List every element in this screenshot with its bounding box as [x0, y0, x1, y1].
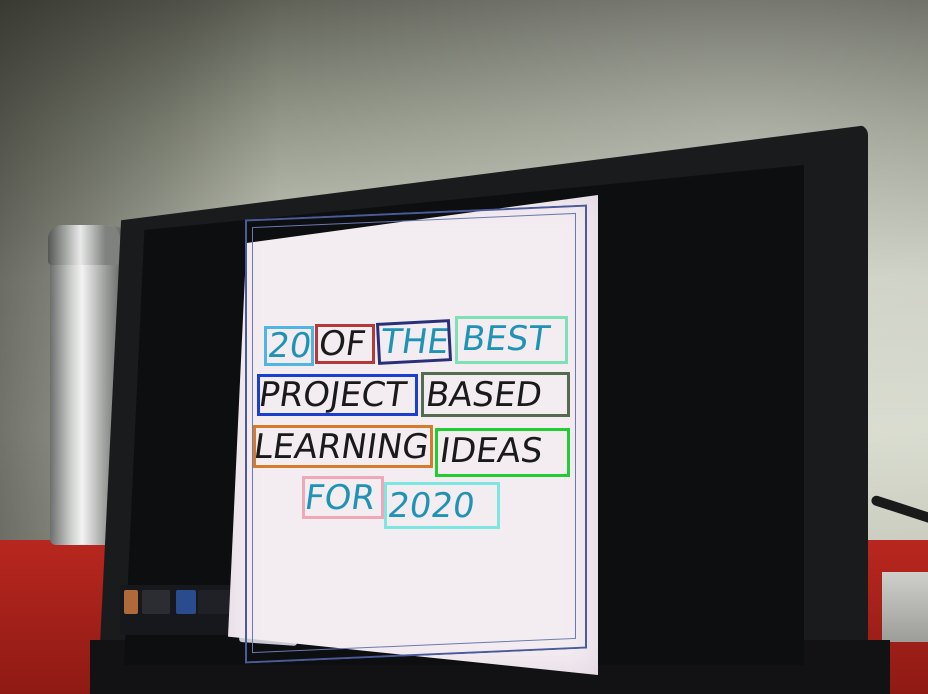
- annotation-box-for: [302, 476, 384, 519]
- side-device: [882, 572, 928, 642]
- annotation-box-the: [375, 319, 453, 365]
- annotation-box-best: [455, 316, 568, 364]
- taskbar-app-icon: [124, 590, 138, 614]
- annotation-box-20: [264, 326, 314, 366]
- bottle-cap: [48, 225, 120, 265]
- annotation-box-project: [257, 374, 418, 416]
- taskbar-app-icon: [142, 590, 170, 614]
- annotation-box-based: [421, 372, 570, 417]
- windows-start-icon: [176, 590, 196, 614]
- taskbar-app-icon: [198, 590, 234, 614]
- annotation-box-ideas: [435, 428, 570, 477]
- annotation-box-2020: [384, 482, 500, 529]
- annotation-box-learning: [253, 425, 433, 468]
- annotation-box-of: [315, 324, 375, 364]
